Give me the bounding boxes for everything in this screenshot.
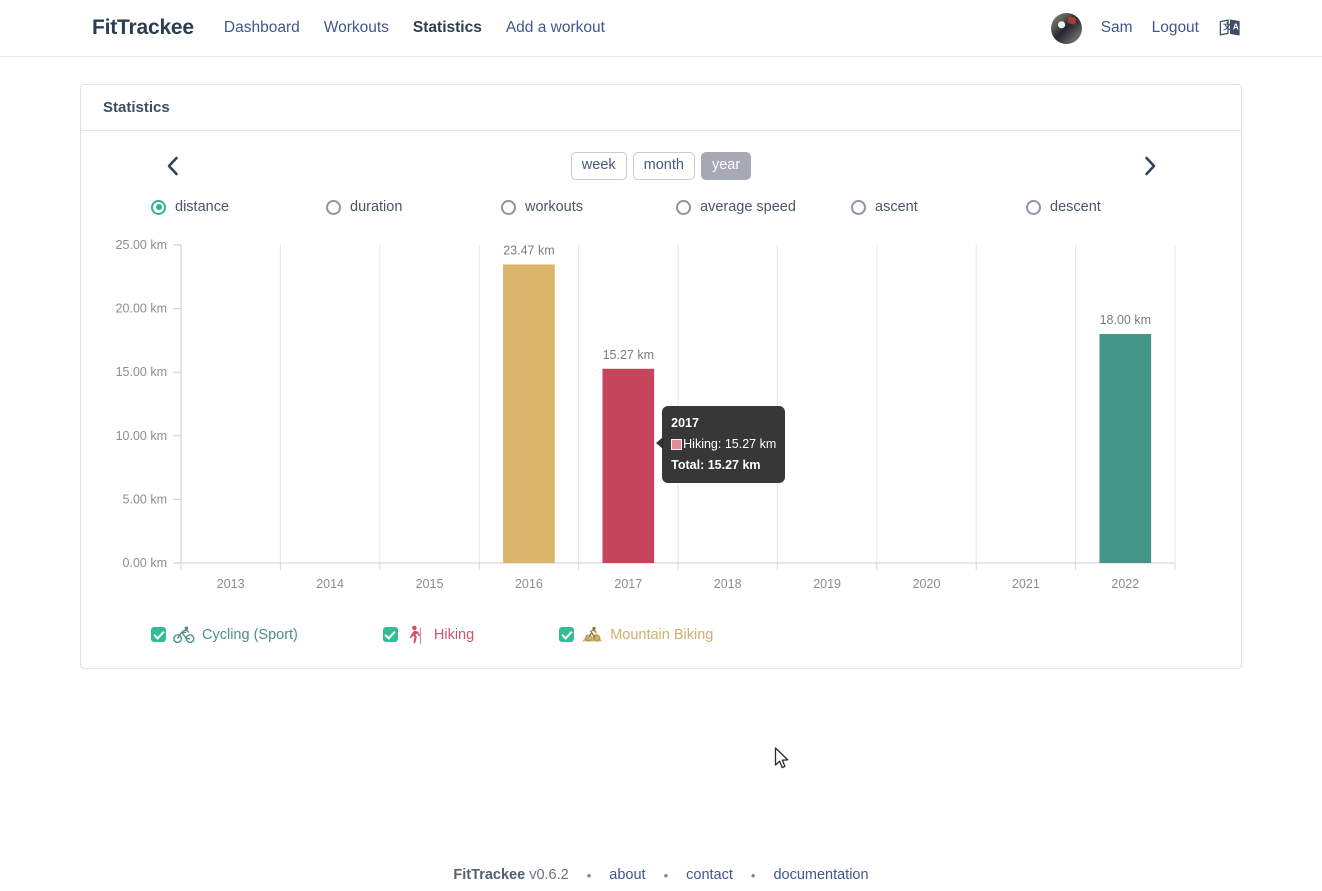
timeframe-controls: week month year (103, 139, 1219, 193)
svg-text:2020: 2020 (913, 577, 941, 591)
statistics-card: Statistics week month year distance dura… (80, 84, 1242, 769)
svg-text:23.47 km: 23.47 km (503, 243, 554, 257)
nav-link-logout[interactable]: Logout (1152, 19, 1199, 37)
sport-legend: Cycling (Sport) Hiking Mountain Biking (151, 613, 1219, 646)
footer-version: v0.6.2 (529, 867, 569, 883)
chevron-left-icon[interactable] (155, 149, 189, 183)
legend-label: Mountain Biking (610, 626, 714, 643)
legend-item-mountain-biking[interactable]: Mountain Biking (559, 625, 713, 644)
svg-text:20.00 km: 20.00 km (116, 302, 167, 316)
svg-text:2015: 2015 (416, 577, 444, 591)
timeframe-button-group: week month year (570, 152, 752, 180)
statistics-card-body: week month year distance duration workou… (81, 131, 1241, 769)
svg-text:18.00 km: 18.00 km (1100, 313, 1151, 327)
checkbox-checked-icon[interactable] (151, 627, 166, 642)
footer-brand: FitTrackee v0.6.2 (453, 867, 568, 883)
footer-separator: • (586, 867, 592, 883)
page-footer: FitTrackee v0.6.2 • about • contact • do… (0, 867, 1322, 883)
page-title: Statistics (81, 85, 1241, 131)
footer-link-about[interactable]: about (609, 867, 645, 883)
footer-link-contact[interactable]: contact (686, 867, 733, 883)
nav-link-username[interactable]: Sam (1101, 19, 1133, 37)
radio-mark-icon (326, 199, 341, 215)
legend-item-hiking[interactable]: Hiking (382, 625, 475, 644)
svg-text:15.27 km: 15.27 km (603, 348, 654, 362)
avatar[interactable] (1050, 12, 1082, 44)
legend-item-cycling-sport[interactable]: Cycling (Sport) (151, 625, 298, 644)
svg-text:2021: 2021 (1012, 577, 1040, 591)
main-nav: Dashboard Workouts Statistics Add a work… (224, 19, 605, 37)
chevron-right-icon[interactable] (1133, 149, 1167, 183)
svg-text:2016: 2016 (515, 577, 543, 591)
radio-mark-icon (151, 199, 166, 215)
radio-duration[interactable]: duration (326, 199, 501, 215)
app-brand[interactable]: FitTrackee (92, 16, 194, 40)
svg-text:0.00 km: 0.00 km (123, 556, 167, 570)
footer-separator: • (663, 867, 669, 883)
svg-text:2022: 2022 (1111, 577, 1139, 591)
radio-label: distance (175, 199, 230, 215)
metric-radio-group: distance duration workouts average speed… (151, 193, 1209, 215)
footer-brand-name: FitTrackee (453, 867, 526, 883)
page-content: Statistics week month year distance dura… (0, 57, 1322, 769)
timeframe-month-button[interactable]: month (632, 152, 695, 180)
svg-text:15.00 km: 15.00 km (116, 365, 167, 379)
checkbox-checked-icon[interactable] (382, 627, 398, 642)
svg-text:10.00 km: 10.00 km (116, 429, 167, 443)
radio-label: descent (1050, 199, 1101, 215)
legend-label: Cycling (Sport) (202, 626, 298, 643)
svg-text:2018: 2018 (714, 577, 742, 591)
svg-text:2017: 2017 (614, 577, 642, 591)
top-navbar: FitTrackee Dashboard Workouts Statistics… (0, 0, 1322, 57)
statistics-chart[interactable]: 0.00 km 5.00 km 10.00 km 15.00 km 20.00 km 25… (103, 233, 1219, 769)
radio-workouts[interactable]: workouts (501, 199, 676, 215)
radio-mark-icon (676, 199, 691, 215)
radio-distance[interactable]: distance (151, 199, 326, 215)
chart-canvas: 0.00 km 5.00 km 10.00 km 15.00 km 20.00 km 25… (116, 238, 1176, 591)
legend-label: Hiking (433, 626, 475, 643)
svg-text:2014: 2014 (316, 577, 344, 591)
mountain-biking-icon (581, 625, 603, 644)
footer-link-documentation[interactable]: documentation (773, 867, 868, 883)
radio-label: average speed (700, 199, 796, 215)
radio-mark-icon (851, 199, 866, 215)
svg-text:5.00 km: 5.00 km (123, 492, 167, 506)
mouse-cursor-icon (774, 747, 790, 773)
checkbox-checked-icon[interactable] (559, 627, 575, 642)
radio-average-speed[interactable]: average speed (676, 199, 851, 215)
cycling-sport-icon (173, 625, 195, 644)
radio-label: duration (350, 199, 403, 215)
nav-link-statistics[interactable]: Statistics (413, 19, 482, 37)
timeframe-week-button[interactable]: week (570, 152, 627, 180)
svg-text:2013: 2013 (217, 577, 245, 591)
svg-text:文: 文 (1223, 22, 1232, 32)
radio-mark-icon (501, 199, 516, 215)
user-menu: Sam Logout 文 A (1050, 12, 1242, 44)
nav-link-dashboard[interactable]: Dashboard (224, 19, 300, 37)
footer-separator: • (750, 867, 756, 883)
radio-ascent[interactable]: ascent (851, 199, 1026, 215)
nav-link-add-workout[interactable]: Add a workout (506, 19, 605, 37)
radio-mark-icon (1026, 199, 1041, 215)
language-switch-icon[interactable]: 文 A (1218, 16, 1242, 40)
timeframe-year-button[interactable]: year (700, 152, 752, 180)
nav-link-workouts[interactable]: Workouts (324, 19, 389, 37)
svg-text:2019: 2019 (813, 577, 841, 591)
hiking-icon (405, 625, 427, 644)
radio-descent[interactable]: descent (1026, 199, 1201, 215)
svg-text:25.00 km: 25.00 km (116, 238, 167, 252)
radio-label: ascent (875, 199, 918, 215)
svg-text:A: A (1233, 22, 1239, 32)
radio-label: workouts (525, 199, 584, 215)
